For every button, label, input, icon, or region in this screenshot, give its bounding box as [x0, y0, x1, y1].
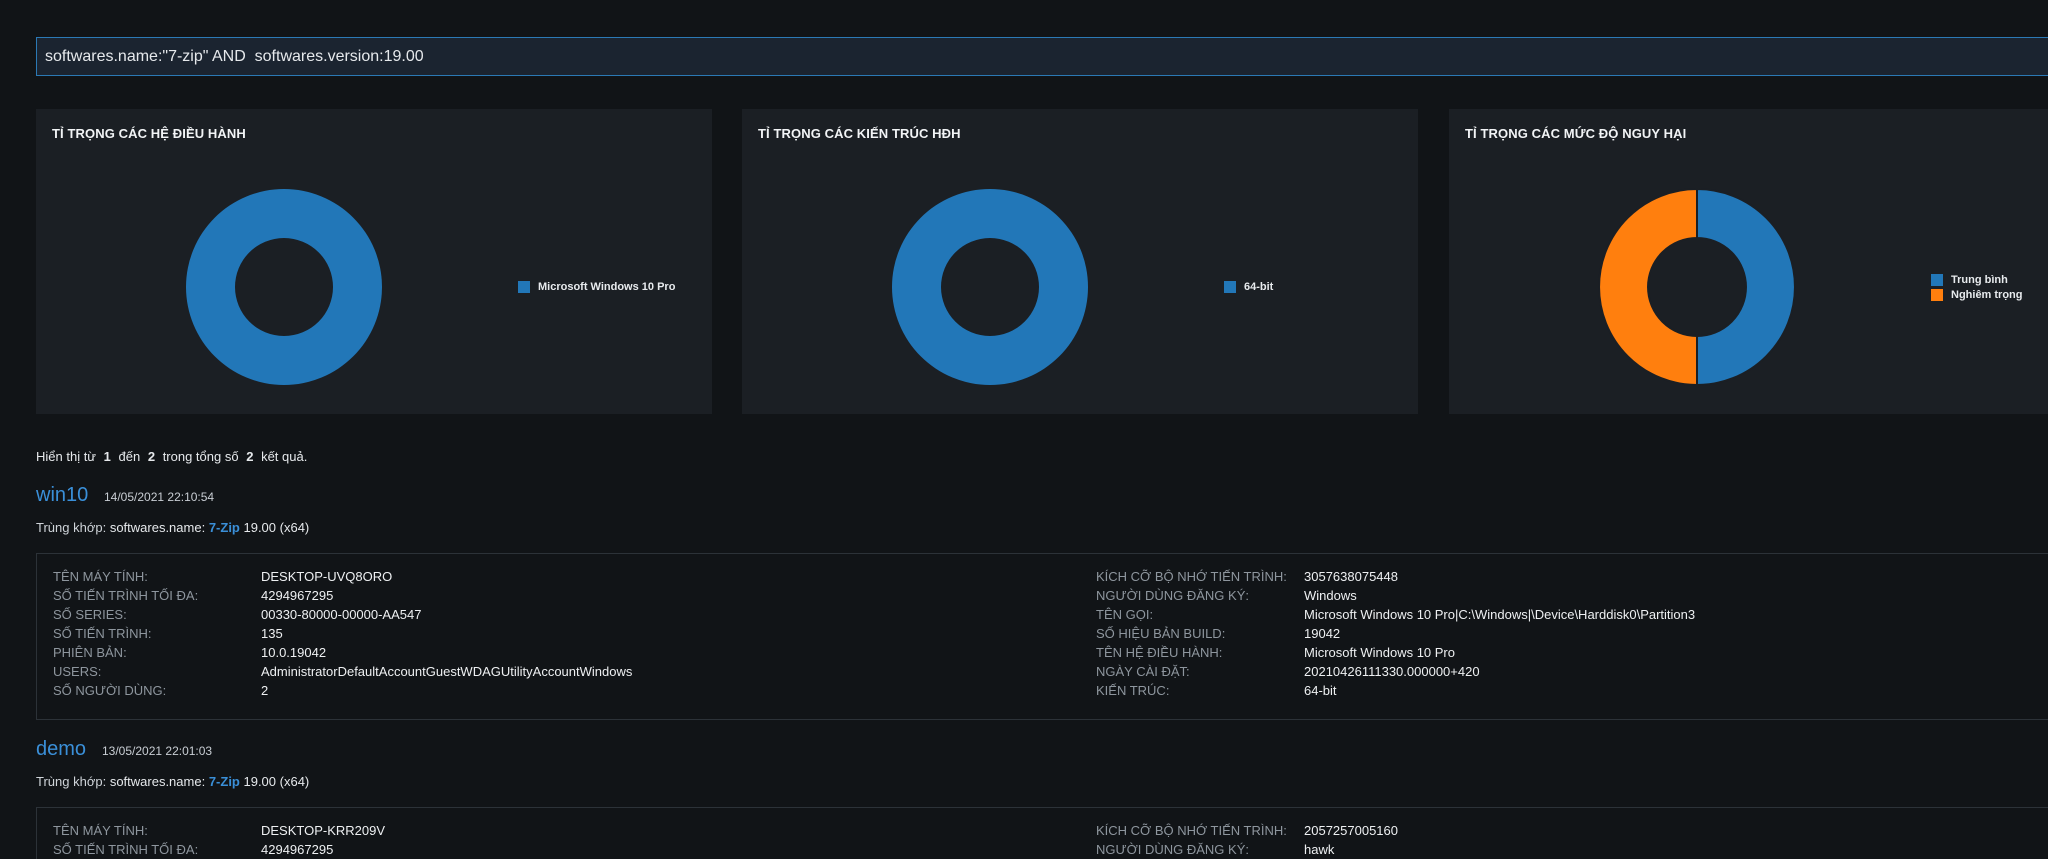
match-rest: 19.00 (x64)	[239, 520, 310, 535]
severity-donut-chart	[1598, 187, 1796, 387]
result-match: Trùng khớp: softwares.name: 7-Zip 19.00 …	[36, 520, 309, 535]
donut-slice-trung-bình[interactable]	[1696, 187, 1796, 387]
detail-key: SỐ NGƯỜI DÙNG:	[53, 683, 167, 698]
summary-total: 2	[246, 449, 254, 464]
summary-to: 2	[147, 449, 156, 464]
legend-label: Microsoft Windows 10 Pro	[538, 280, 676, 293]
detail-key: SỐ TIẾN TRÌNH TỐI ĐA:	[53, 588, 199, 603]
donut-slice-64-bit[interactable]	[892, 189, 1088, 385]
legend-swatch	[1931, 288, 1943, 301]
match-label: Trùng khớp:	[36, 520, 107, 535]
legend-label: 64-bit	[1244, 280, 1274, 293]
legend-swatch	[1224, 280, 1236, 293]
donut-slice-nghiêm-trọng[interactable]	[1598, 187, 1698, 387]
detail-key: TÊN HỆ ĐIỀU HÀNH:	[1096, 645, 1223, 660]
detail-key: KIẾN TRÚC:	[1096, 683, 1170, 698]
os-donut-chart	[186, 189, 382, 385]
result-detail-box: TÊN MÁY TÍNH: DESKTOP-UVQ8ORO SỐ TIẾN TRÌN…	[36, 553, 2048, 720]
detail-key: TÊN MÁY TÍNH:	[53, 569, 148, 584]
arch-chart-panel: TỈ TRỌNG CÁC KIẾN TRÚC HĐH 64-bit	[742, 109, 1418, 414]
detail-value: 4294967295	[261, 842, 334, 857]
detail-key: KÍCH CỠ BỘ NHỚ TIẾN TRÌNH:	[1096, 823, 1287, 838]
summary-from: 1	[103, 449, 111, 464]
os-chart-legend: Microsoft Windows 10 Pro	[518, 279, 675, 294]
donut-slice-microsoft-windows-10-pro[interactable]	[186, 189, 382, 385]
result-host-link[interactable]: win10	[36, 484, 88, 507]
legend-label: Trung bình	[1951, 273, 2008, 286]
arch-chart-legend: 64-bit	[1224, 279, 1273, 294]
detail-key: TÊN MÁY TÍNH:	[53, 823, 148, 838]
result-date: 14/05/2021 22:10:54	[104, 490, 215, 504]
legend-item[interactable]: Microsoft Windows 10 Pro	[518, 279, 675, 294]
detail-key: NGƯỜI DÙNG ĐĂNG KÝ:	[1096, 588, 1249, 603]
match-label: Trùng khớp:	[36, 774, 107, 789]
severity-chart-panel: TỈ TRỌNG CÁC MỨC ĐỘ NGUY HẠI Trung bình N…	[1449, 109, 2048, 414]
match-highlight: 7-Zip	[208, 774, 240, 789]
result-detail-box: TÊN MÁY TÍNH: DESKTOP-KRR209V SỐ TIẾN TRÌN…	[36, 807, 2048, 859]
legend-swatch	[518, 280, 530, 293]
os-chart-panel: TỈ TRỌNG CÁC HỆ ĐIỀU HÀNH Microsoft Wind…	[36, 109, 712, 414]
detail-value: 4294967295	[261, 588, 334, 603]
detail-value: DESKTOP-UVQ8ORO	[261, 569, 393, 584]
detail-value: 64-bit	[1304, 683, 1337, 698]
detail-key: SỐ TIẾN TRÌNH TỐI ĐA:	[53, 842, 199, 857]
detail-value: 3057638075448	[1304, 569, 1398, 584]
detail-value: Windows	[1304, 588, 1357, 603]
result-host-link[interactable]: demo	[36, 738, 86, 761]
detail-value: 135	[261, 626, 283, 641]
legend-item[interactable]: Nghiêm trọng	[1931, 287, 2023, 302]
detail-key: TÊN GỌI:	[1096, 607, 1154, 622]
severity-chart-legend: Trung bình Nghiêm trọng	[1931, 272, 2023, 302]
summary-suffix: kết quả.	[261, 449, 308, 464]
detail-key: SỐ TIẾN TRÌNH:	[53, 626, 152, 641]
detail-value: 2	[261, 683, 269, 698]
detail-value: Microsoft Windows 10 Pro	[1304, 645, 1455, 660]
summary-prefix: Hiển thị từ	[36, 449, 97, 464]
detail-key: SỐ SERIES:	[53, 607, 127, 622]
match-key: softwares.name:	[109, 774, 206, 789]
legend-swatch	[1931, 273, 1943, 286]
match-rest: 19.00 (x64)	[239, 774, 310, 789]
summary-of-word: trong tổng số	[162, 449, 239, 464]
detail-value: hawk	[1304, 842, 1335, 857]
match-highlight: 7-Zip	[208, 520, 240, 535]
detail-key: USERS:	[53, 664, 102, 679]
detail-value: 2057257005160	[1304, 823, 1398, 838]
legend-label: Nghiêm trọng	[1951, 288, 2023, 301]
detail-value: 19042	[1304, 626, 1341, 641]
detail-key: KÍCH CỠ BỘ NHỚ TIẾN TRÌNH:	[1096, 569, 1287, 584]
result-date: 13/05/2021 22:01:03	[102, 744, 213, 758]
detail-value: 10.0.19042	[261, 645, 327, 660]
result-summary: Hiển thị từ 1 đến 2 trong tổng số 2 kết …	[36, 449, 307, 464]
detail-key: NGƯỜI DÙNG ĐĂNG KÝ:	[1096, 842, 1249, 857]
detail-value: 20210426111330.000000+420	[1304, 664, 1480, 679]
match-key: softwares.name:	[109, 520, 206, 535]
legend-item[interactable]: Trung bình	[1931, 272, 2023, 287]
arch-donut-chart	[892, 189, 1088, 385]
detail-key: NGÀY CÀI ĐẶT:	[1096, 664, 1190, 679]
detail-value: AdministratorDefaultAccountGuestWDAGUtil…	[261, 664, 633, 679]
detail-value: Microsoft Windows 10 Pro|C:\Windows|\Dev…	[1304, 607, 1696, 622]
legend-item[interactable]: 64-bit	[1224, 279, 1273, 294]
summary-to-word: đến	[118, 449, 141, 464]
detail-value: 00330-80000-00000-AA547	[261, 607, 422, 622]
detail-key: PHIÊN BẢN:	[53, 645, 127, 660]
result-match: Trùng khớp: softwares.name: 7-Zip 19.00 …	[36, 774, 309, 789]
search-input[interactable]	[36, 37, 2048, 76]
detail-value: DESKTOP-KRR209V	[261, 823, 386, 838]
detail-key: SỐ HIỆU BẢN BUILD:	[1096, 626, 1226, 641]
